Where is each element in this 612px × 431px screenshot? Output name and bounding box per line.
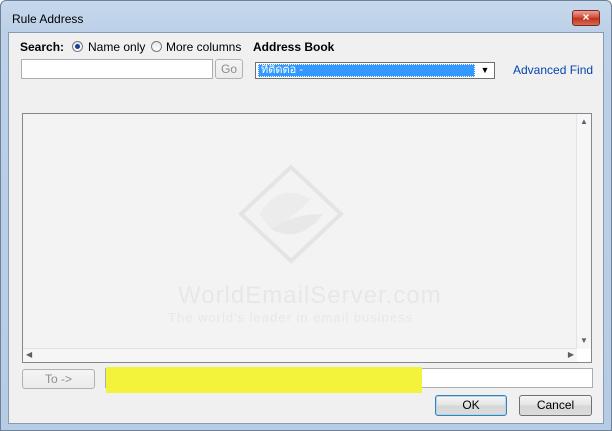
name-only-label[interactable]: Name only <box>88 40 145 54</box>
scroll-right-icon[interactable]: ▶ <box>568 350 574 360</box>
address-book-dropdown[interactable]: ที่ติดต่อ - ▼ <box>255 62 495 79</box>
advanced-find-link[interactable]: Advanced Find <box>513 63 593 77</box>
watermark-site-text: WorldEmailServer.com <box>178 282 442 309</box>
watermark-tagline-text: The world's leader in email business <box>168 310 414 325</box>
rule-address-dialog: Rule Address × Search: Name only More co… <box>0 0 612 431</box>
scroll-down-icon[interactable]: ▼ <box>580 336 588 346</box>
name-only-radio[interactable] <box>72 41 83 52</box>
more-columns-radio[interactable] <box>151 41 162 52</box>
to-input[interactable] <box>105 367 593 393</box>
close-icon: × <box>582 10 590 24</box>
window-title: Rule Address <box>12 12 84 26</box>
address-book-label: Address Book <box>253 40 335 54</box>
scroll-left-icon[interactable]: ◀ <box>26 350 32 360</box>
address-list[interactable]: WorldEmailServer.com The world's leader … <box>22 113 592 363</box>
scroll-up-icon[interactable]: ▲ <box>580 117 588 127</box>
close-button[interactable]: × <box>572 10 600 26</box>
search-input[interactable] <box>21 59 213 79</box>
horizontal-scrollbar[interactable]: ◀ ▶ <box>23 348 577 362</box>
highlight-mark <box>106 367 422 393</box>
go-button[interactable]: Go <box>215 59 243 79</box>
dialog-body: Search: Name only More columns Address B… <box>8 32 604 424</box>
address-list-content[interactable]: WorldEmailServer.com The world's leader … <box>23 114 577 349</box>
vertical-scrollbar[interactable]: ▲ ▼ <box>576 114 591 349</box>
watermark-logo-icon <box>238 164 344 264</box>
address-book-selected-value: ที่ติดต่อ - <box>258 64 475 77</box>
to-button[interactable]: To -> <box>22 369 95 389</box>
title-bar[interactable]: Rule Address × <box>1 1 611 35</box>
cancel-button[interactable]: Cancel <box>519 395 592 416</box>
chevron-down-icon[interactable]: ▼ <box>477 64 493 77</box>
more-columns-label[interactable]: More columns <box>166 40 241 54</box>
ok-button[interactable]: OK <box>435 395 507 416</box>
search-label: Search: <box>20 40 65 54</box>
